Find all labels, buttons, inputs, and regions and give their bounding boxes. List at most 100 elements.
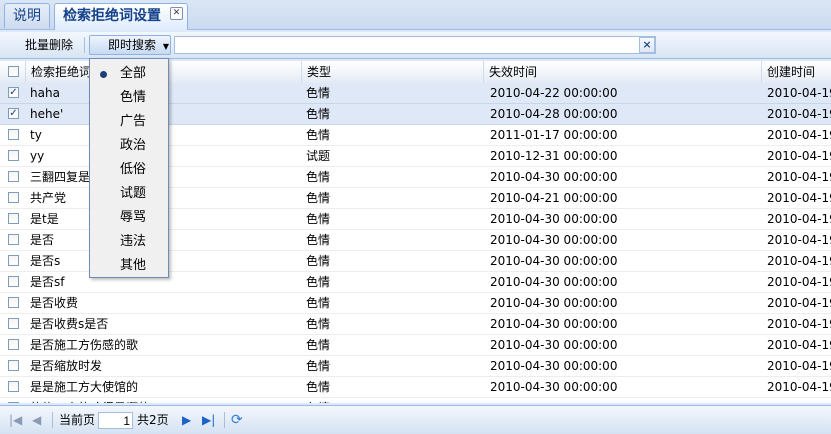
column-header-created[interactable]: 创建时间 <box>762 61 831 83</box>
table-row[interactable]: 是否收费s是否 色情 2010-04-30 00:00:00 2010-04-19 1 <box>0 314 831 335</box>
refresh-icon[interactable]: ⟳ <box>231 411 243 429</box>
table-row[interactable]: 的施工方的啥得是啊的 色情 2010-04-30 00:00:00 2010-04-1… <box>0 398 831 403</box>
tab-bar: 说明 检索拒绝词设置 ✕ <box>0 0 831 30</box>
menu-item[interactable]: 全部 <box>90 62 168 86</box>
menu-item-label: 低俗 <box>120 162 147 177</box>
cell-created: 2010-04-19 1 <box>767 317 831 331</box>
cell-expire: 2011-01-17 00:00:00 <box>490 128 618 142</box>
next-page-icon[interactable]: ▶ <box>182 411 191 429</box>
row-checkbox[interactable] <box>8 360 19 371</box>
row-checkbox[interactable] <box>8 234 19 245</box>
menu-item-label: 色情 <box>120 90 147 105</box>
row-checkbox[interactable] <box>8 297 19 308</box>
cell-word: 是否施工方伤感的歌 <box>30 338 139 352</box>
cell-expire: 2010-04-30 00:00:00 <box>490 254 618 268</box>
prev-page-icon[interactable]: ◀ <box>32 411 41 429</box>
table-row[interactable]: 是否缩放时发 色情 2010-04-30 00:00:00 2010-04-19 1 <box>0 356 831 377</box>
cell-type: 色情 <box>306 338 331 352</box>
menu-item[interactable]: 政治 <box>90 134 168 158</box>
cell-type: 色情 <box>306 359 331 373</box>
row-checkbox[interactable] <box>8 192 19 203</box>
select-all-checkbox[interactable] <box>8 66 19 77</box>
cell-word: 是否缩放时发 <box>30 359 103 373</box>
row-checkbox[interactable] <box>8 276 19 287</box>
row-checkbox[interactable] <box>8 402 19 403</box>
cell-created: 2010-04-19 1 <box>767 254 831 268</box>
cell-type: 色情 <box>306 233 331 247</box>
cell-expire: 2010-04-28 00:00:00 <box>490 107 618 121</box>
close-tab-icon[interactable]: ✕ <box>170 7 183 20</box>
cell-type: 色情 <box>306 86 331 100</box>
menu-item[interactable]: 低俗 <box>90 158 168 182</box>
batch-delete-button[interactable]: 批量删除 <box>20 35 78 55</box>
menu-item[interactable]: 辱骂 <box>90 206 168 230</box>
cell-expire: 2010-04-30 00:00:00 <box>490 233 618 247</box>
cell-type: 色情 <box>306 191 331 205</box>
cell-expire: 2010-04-30 00:00:00 <box>490 398 760 403</box>
cell-expire: 2010-04-30 00:00:00 <box>490 170 618 184</box>
cell-type: 色情 <box>306 212 331 226</box>
cell-created: 2010-04-19 1 <box>767 191 831 205</box>
row-checkbox[interactable] <box>8 150 19 161</box>
cell-expire: 2010-04-21 00:00:00 <box>490 191 618 205</box>
row-checkbox[interactable] <box>8 255 19 266</box>
cell-word: 的施工方的啥得是啊的 <box>30 398 300 403</box>
cell-created: 2010-04-19 1 <box>767 296 831 310</box>
cell-created: 2010-04-19 1 <box>767 233 831 247</box>
row-checkbox[interactable] <box>8 171 19 182</box>
table-row[interactable]: 是否施工方伤感的歌 色情 2010-04-30 00:00:00 2010-04-19… <box>0 335 831 356</box>
cell-expire: 2010-04-30 00:00:00 <box>490 380 618 394</box>
row-checkbox[interactable] <box>8 318 19 329</box>
tab-help[interactable]: 说明 <box>4 3 50 28</box>
menu-item-label: 广告 <box>120 114 147 129</box>
table-row[interactable]: 是否收费 色情 2010-04-30 00:00:00 2010-04-19 1 <box>0 293 831 314</box>
cell-created: 2010-04-19 1 <box>767 398 831 403</box>
total-pages-label: 共2页 <box>137 413 169 427</box>
table-row[interactable]: 是是施工方大使馆的 色情 2010-04-30 00:00:00 2010-04-19… <box>0 377 831 398</box>
row-checkbox[interactable] <box>8 339 19 350</box>
cell-created: 2010-04-19 1 <box>767 338 831 352</box>
cell-word: 是是施工方大使馆的 <box>30 380 139 394</box>
cell-word: 是否收费s是否 <box>30 317 109 331</box>
cell-created: 2010-04-19 1 <box>767 107 831 121</box>
column-header-type[interactable]: 类型 <box>302 61 484 83</box>
cell-created: 2010-04-19 1 <box>767 359 831 373</box>
row-checkbox[interactable] <box>8 381 19 392</box>
tab-help-label: 说明 <box>13 8 41 24</box>
cell-type: 色情 <box>306 317 331 331</box>
header-select-all <box>0 61 26 83</box>
cell-expire: 2010-04-30 00:00:00 <box>490 359 618 373</box>
row-checkbox[interactable]: ✓ <box>8 108 19 119</box>
menu-item-label: 政治 <box>120 138 147 153</box>
cell-type: 色情 <box>306 170 331 184</box>
row-checkbox[interactable]: ✓ <box>8 87 19 98</box>
menu-item[interactable]: 广告 <box>90 110 168 134</box>
tab-search-reject-settings[interactable]: 检索拒绝词设置 ✕ <box>54 3 188 30</box>
pager-separator <box>224 412 225 428</box>
toolbar-separator <box>84 37 85 53</box>
cell-type: 色情 <box>306 380 331 394</box>
cell-type: 试题 <box>306 149 331 163</box>
cell-expire: 2010-04-30 00:00:00 <box>490 212 618 226</box>
cell-type: 色情 <box>306 128 331 142</box>
cell-expire: 2010-12-31 00:00:00 <box>490 149 618 163</box>
cell-created: 2010-04-19 1 <box>767 212 831 226</box>
pager-separator <box>52 412 53 428</box>
search-input[interactable] <box>174 36 656 54</box>
menu-item[interactable]: 其他 <box>90 254 168 278</box>
row-checkbox[interactable] <box>8 213 19 224</box>
cell-type: 色情 <box>306 275 331 289</box>
clear-search-icon[interactable]: × <box>639 37 655 53</box>
menu-item-label: 试题 <box>120 186 147 201</box>
last-page-icon[interactable]: ▶| <box>202 411 215 429</box>
cell-expire: 2010-04-22 00:00:00 <box>490 86 618 100</box>
first-page-icon[interactable]: |◀ <box>9 411 22 429</box>
menu-item[interactable]: 色情 <box>90 86 168 110</box>
menu-item[interactable]: 试题 <box>90 182 168 206</box>
page-number-input[interactable] <box>98 412 133 429</box>
row-checkbox[interactable] <box>8 129 19 140</box>
column-header-expire[interactable]: 失效时间 <box>484 61 762 83</box>
instant-search-button[interactable]: 即时搜索 ▼ <box>89 35 171 55</box>
cell-expire: 2010-04-30 00:00:00 <box>490 275 618 289</box>
menu-item[interactable]: 违法 <box>90 230 168 254</box>
